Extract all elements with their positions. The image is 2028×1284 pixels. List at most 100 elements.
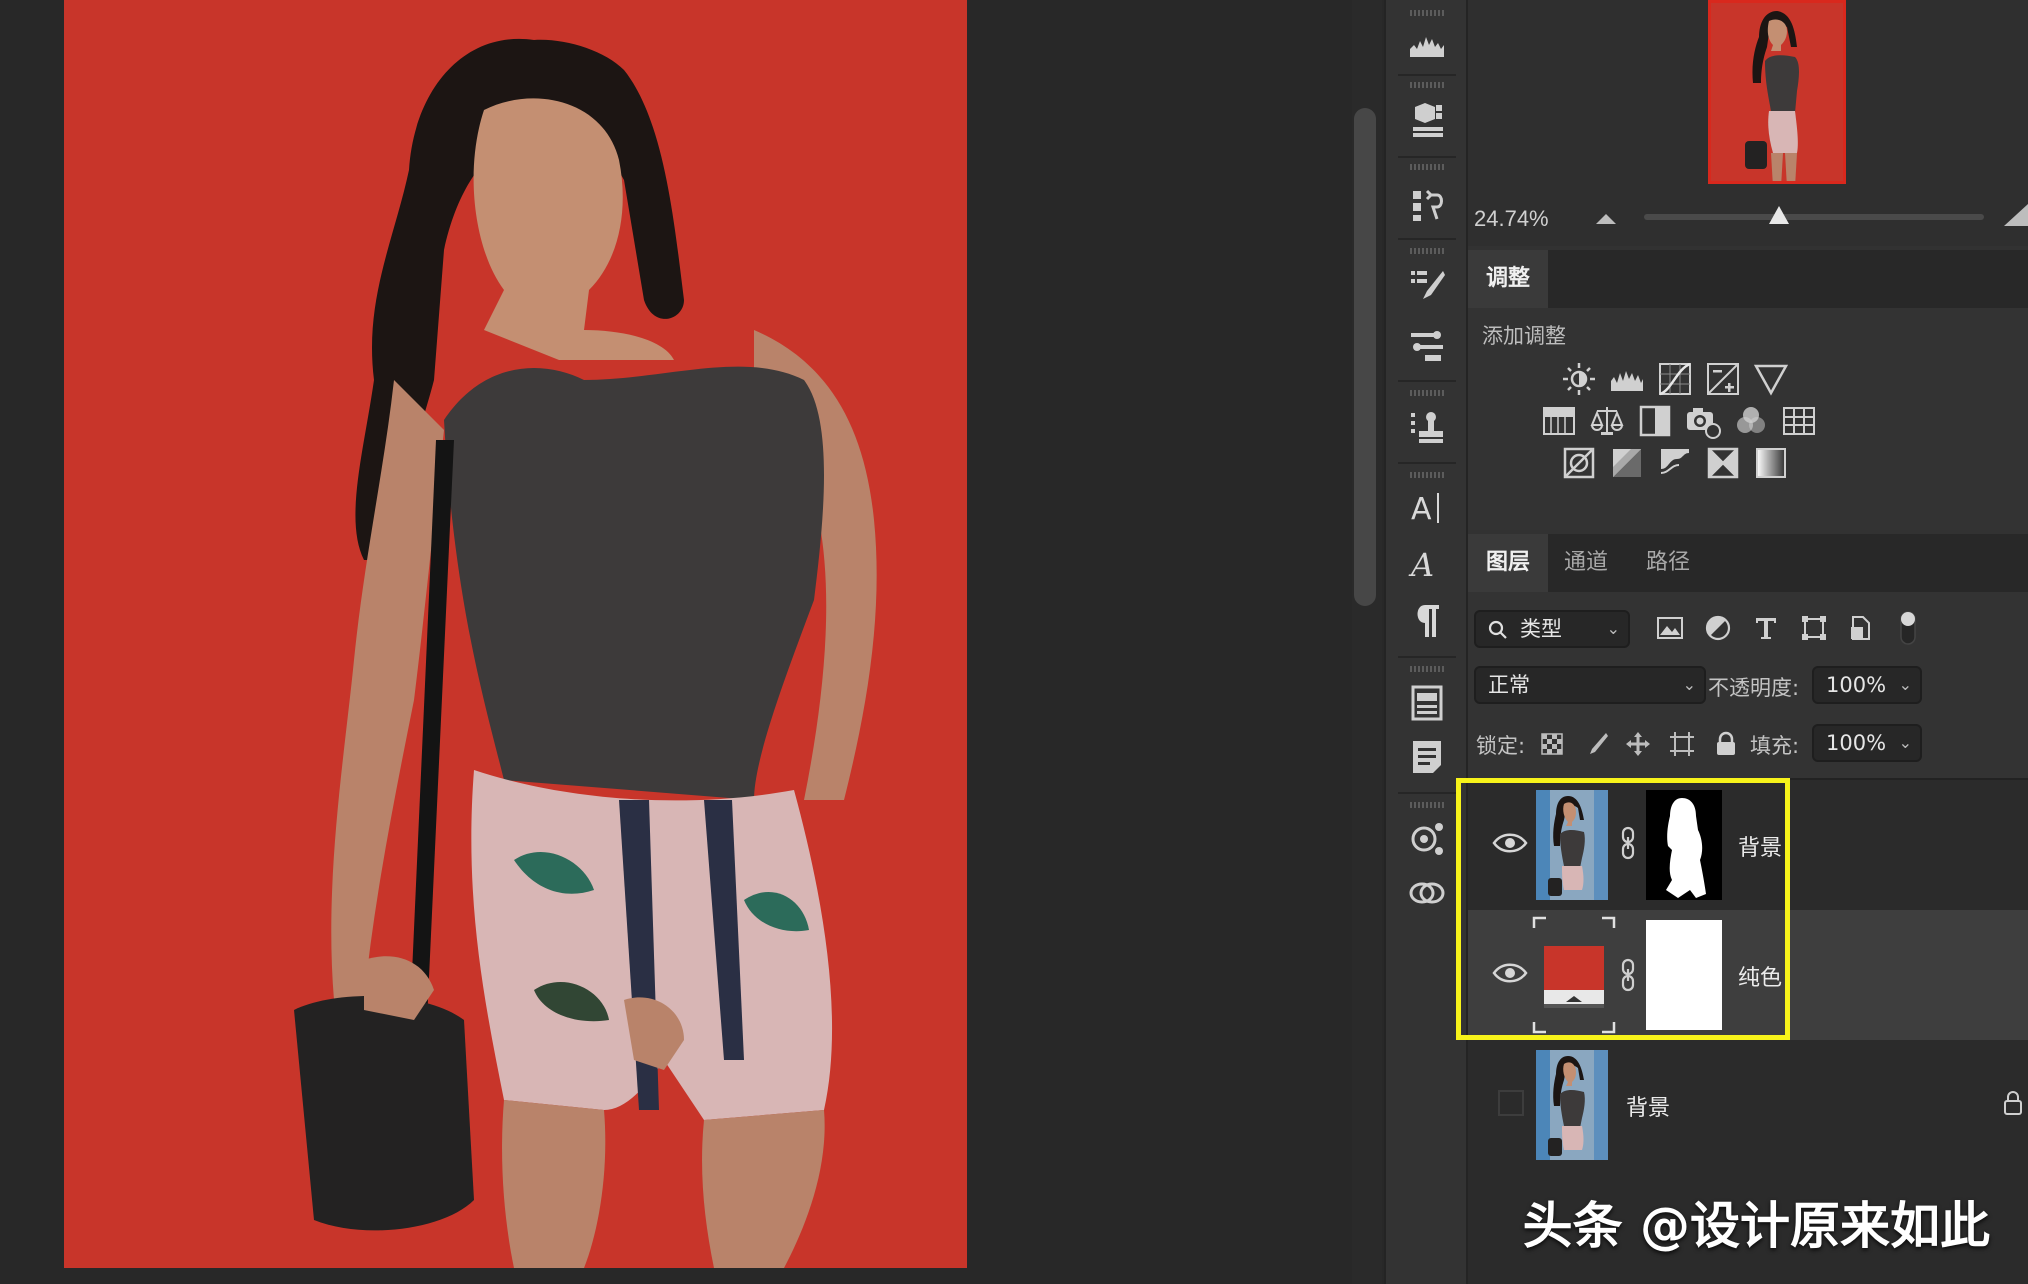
tab-channels[interactable]: 通道 <box>1546 534 1626 592</box>
invert-icon[interactable] <box>1560 444 1598 482</box>
grip-handle[interactable] <box>1410 164 1444 170</box>
tab-paths[interactable]: 路径 <box>1628 534 1708 592</box>
libraries-icon[interactable] <box>1404 870 1450 916</box>
visibility-eye-icon[interactable] <box>1492 958 1528 988</box>
lock-transparent-pixels-icon[interactable] <box>1536 728 1568 760</box>
threshold-icon[interactable] <box>1656 444 1694 482</box>
grip-handle[interactable] <box>1410 248 1444 254</box>
navigator-thumbnail[interactable] <box>1708 0 1846 184</box>
grip-handle[interactable] <box>1410 10 1444 16</box>
layer-name[interactable]: 纯色 <box>1738 960 1782 992</box>
tool-separator <box>1398 156 1456 158</box>
zoom-in-icon[interactable] <box>2004 204 2028 228</box>
grip-handle[interactable] <box>1410 802 1444 808</box>
layer-mask-thumbnail[interactable] <box>1646 920 1722 1030</box>
shape-layer-filter-icon[interactable] <box>1796 610 1832 646</box>
character-icon[interactable]: A <box>1404 484 1450 530</box>
hue-saturation-icon[interactable] <box>1540 402 1578 440</box>
layer-filter-dropdown[interactable]: 类型 ⌄ <box>1474 610 1630 648</box>
curves-icon[interactable] <box>1656 360 1694 398</box>
lock-position-icon[interactable] <box>1622 728 1654 760</box>
grip-handle[interactable] <box>1410 472 1444 478</box>
paragraph-icon[interactable] <box>1404 598 1450 644</box>
adjustments-panel: 调整 添加调整 <box>1468 250 2028 530</box>
navigator-preview <box>1711 3 1843 181</box>
tool-separator <box>1398 462 1456 464</box>
mask-link-icon[interactable] <box>1618 958 1638 992</box>
layer-filter-value: 类型 <box>1520 617 1562 641</box>
adjustment-layer-filter-icon[interactable] <box>1700 610 1736 646</box>
properties-icon[interactable] <box>1404 680 1450 726</box>
history-icon[interactable] <box>1404 182 1450 228</box>
photo-filter-icon[interactable] <box>1684 402 1722 440</box>
smart-object-filter-icon[interactable] <box>1842 610 1878 646</box>
layers-panel: 图层 通道 路径 类型 ⌄ 正常 ⌄ 不透明度: 100% ⌄ 锁定: 填充: … <box>1468 534 2028 1284</box>
layer-row[interactable]: 背景 <box>1468 780 2028 910</box>
visibility-toggle-off[interactable] <box>1498 1090 1524 1116</box>
3d-materials-icon[interactable] <box>1404 98 1450 144</box>
grip-handle[interactable] <box>1410 666 1444 672</box>
blend-mode-value: 正常 <box>1488 673 1530 697</box>
solid-color-thumbnail[interactable] <box>1532 916 1616 1034</box>
canvas-area[interactable] <box>0 0 1382 1284</box>
type-layer-filter-icon[interactable] <box>1748 610 1784 646</box>
fill-label: 填充: <box>1750 734 1800 758</box>
levels-icon[interactable] <box>1608 360 1646 398</box>
black-white-icon[interactable] <box>1636 402 1674 440</box>
document-canvas[interactable] <box>64 0 967 1268</box>
blend-mode-dropdown[interactable]: 正常 ⌄ <box>1474 666 1706 704</box>
tab-layers[interactable]: 图层 <box>1468 534 1549 592</box>
learn-icon[interactable] <box>1404 816 1450 862</box>
zoom-slider[interactable] <box>1644 206 1984 224</box>
exposure-icon[interactable] <box>1704 360 1742 398</box>
tool-presets-icon[interactable] <box>1404 322 1450 368</box>
vibrance-icon[interactable] <box>1752 360 1790 398</box>
layer-name[interactable]: 背景 <box>1738 830 1782 862</box>
lock-all-icon[interactable] <box>1710 728 1742 760</box>
zoom-out-icon[interactable] <box>1594 208 1618 226</box>
adjustment-row <box>1540 402 1818 440</box>
layer-mask-thumbnail[interactable] <box>1646 790 1722 900</box>
zoom-level[interactable]: 24.74% <box>1474 206 1549 232</box>
canvas-scrollbar[interactable] <box>1354 108 1376 606</box>
selective-color-icon[interactable] <box>1704 444 1742 482</box>
visibility-eye-icon[interactable] <box>1492 828 1528 858</box>
color-balance-icon[interactable] <box>1588 402 1626 440</box>
lock-label: 锁定: <box>1476 734 1526 758</box>
layer-row[interactable]: 背景 <box>1468 1040 2028 1170</box>
color-lookup-icon[interactable] <box>1780 402 1818 440</box>
layer-name[interactable]: 背景 <box>1626 1090 1670 1122</box>
chevron-down-icon: ⌄ <box>1682 675 1696 694</box>
chevron-down-icon: ⌄ <box>1898 733 1912 752</box>
adjustments-tabbar: 调整 <box>1468 250 2028 308</box>
fill-input[interactable]: 100% ⌄ <box>1812 724 1922 762</box>
histogram-icon[interactable] <box>1404 20 1450 66</box>
lock-artboard-icon[interactable] <box>1666 728 1698 760</box>
posterize-icon[interactable] <box>1608 444 1646 482</box>
tab-adjustments[interactable]: 调整 <box>1468 250 1549 308</box>
layer-row-selected[interactable]: 纯色 <box>1468 910 2028 1040</box>
fill-value: 100% <box>1826 731 1887 755</box>
clone-source-icon[interactable] <box>1404 404 1450 450</box>
mask-link-icon[interactable] <box>1618 826 1638 860</box>
gradient-map-icon[interactable] <box>1752 444 1790 482</box>
grip-handle[interactable] <box>1410 390 1444 396</box>
filter-toggle-switch[interactable] <box>1898 608 1918 648</box>
channel-mixer-icon[interactable] <box>1732 402 1770 440</box>
woman-photo <box>294 38 877 1268</box>
layer-lock-icon <box>2004 1091 2022 1115</box>
glyphs-icon[interactable]: A <box>1404 540 1450 586</box>
zoom-slider-thumb[interactable] <box>1767 204 1791 226</box>
brightness-contrast-icon[interactable] <box>1560 360 1598 398</box>
layer-thumbnail[interactable] <box>1536 1050 1608 1160</box>
lock-image-pixels-icon[interactable] <box>1580 728 1612 760</box>
tool-separator <box>1398 792 1456 794</box>
grip-handle[interactable] <box>1410 82 1444 88</box>
layer-thumbnail[interactable] <box>1536 790 1608 900</box>
opacity-input[interactable]: 100% ⌄ <box>1812 666 1922 704</box>
pixel-layer-filter-icon[interactable] <box>1652 610 1688 646</box>
brush-settings-icon[interactable] <box>1404 262 1450 308</box>
notes-icon[interactable] <box>1404 734 1450 780</box>
chevron-down-icon: ⌄ <box>1606 619 1620 638</box>
watermark-text: 头条 @设计原来如此 <box>1522 1197 1990 1255</box>
